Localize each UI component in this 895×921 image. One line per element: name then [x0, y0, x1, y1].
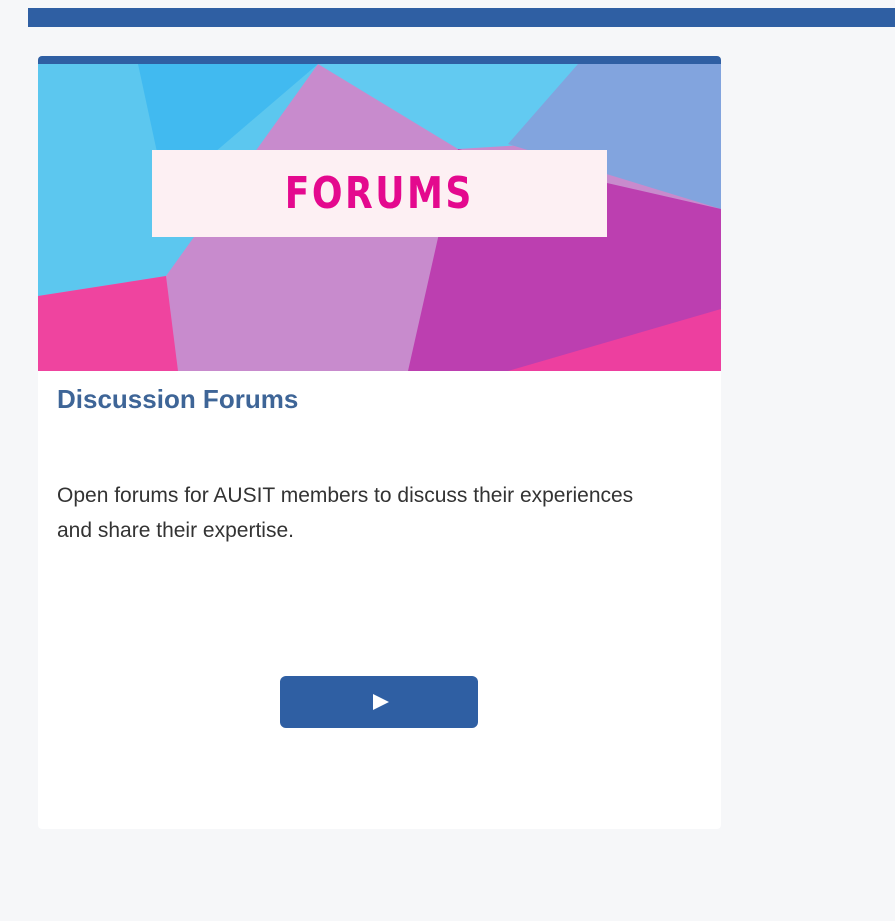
- play-button[interactable]: [280, 676, 478, 728]
- top-header-bar: [28, 8, 895, 27]
- forum-banner-image: FORUMS: [38, 64, 721, 371]
- card-title[interactable]: Discussion Forums: [57, 384, 298, 415]
- play-icon: [373, 694, 389, 710]
- banner-label-box: FORUMS: [152, 150, 607, 237]
- page: FORUMS Discussion Forums Open forums for…: [0, 0, 895, 921]
- card-accent-stripe: [38, 56, 721, 64]
- banner-label: FORUMS: [284, 168, 475, 219]
- card-description: Open forums for AUSIT members to discuss…: [57, 484, 634, 542]
- forum-card: FORUMS Discussion Forums Open forums for…: [38, 56, 721, 829]
